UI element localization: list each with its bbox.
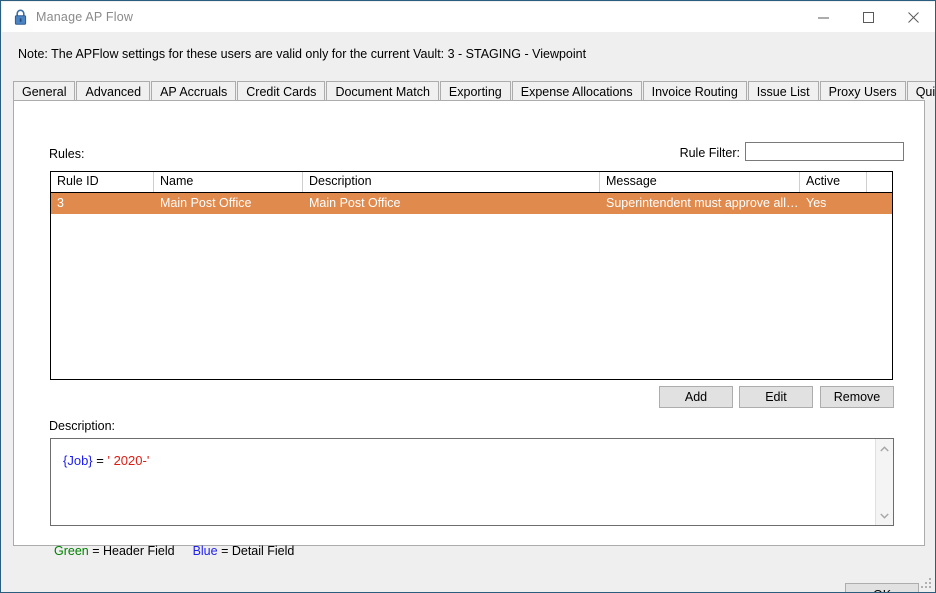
tab-ap-accruals[interactable]: AP Accruals	[151, 81, 237, 101]
cell-message: Superintendent must approve all invoic..…	[606, 196, 800, 210]
cell-description: Main Post Office	[309, 196, 401, 210]
legend-green-word: Green	[54, 544, 89, 558]
rule-filter-label: Rule Filter:	[679, 146, 740, 160]
tab-expense-allocations[interactable]: Expense Allocations	[511, 81, 642, 101]
close-button[interactable]	[891, 2, 935, 32]
description-expression[interactable]: {Job} = ' 2020-'	[51, 439, 875, 525]
client-area: Note: The APFlow settings for these user…	[2, 32, 935, 592]
tab-invoice-routing[interactable]: Invoice Routing	[642, 81, 747, 101]
lock-icon	[12, 8, 28, 26]
description-box[interactable]: {Job} = ' 2020-'	[50, 438, 894, 526]
resize-grip[interactable]	[920, 577, 933, 590]
window-controls	[801, 2, 935, 32]
minimize-button[interactable]	[801, 2, 846, 32]
column-header-rule-id[interactable]: Rule ID	[51, 172, 154, 192]
ok-button[interactable]: OK	[845, 583, 919, 592]
tab-general[interactable]: General	[13, 81, 76, 101]
expression-field: {Job}	[63, 453, 93, 468]
remove-button[interactable]: Remove	[820, 386, 894, 408]
rules-grid[interactable]: Rule ID Name Description Message Active …	[50, 171, 893, 380]
column-header-active[interactable]: Active	[800, 172, 867, 192]
cell-active: Yes	[806, 196, 827, 210]
rule-filter-input[interactable]	[745, 142, 904, 161]
cell-name: Main Post Office	[160, 196, 252, 210]
description-label: Description:	[49, 419, 115, 433]
manage-ap-flow-window: Manage AP Flow Note: The APFlow settings…	[0, 0, 936, 593]
tab-issue-list[interactable]: Issue List	[747, 81, 819, 101]
table-row[interactable]: 3 Main Post Office Main Post Office Supe…	[51, 193, 892, 214]
validation-tab-panel: Rules: Rule Filter: Rule ID Name Descrip…	[13, 100, 925, 558]
tab-credit-cards[interactable]: Credit Cards	[237, 81, 326, 101]
title-bar: Manage AP Flow	[2, 2, 935, 32]
column-header-name[interactable]: Name	[154, 172, 303, 192]
cell-rule-id: 3	[57, 196, 64, 210]
legend-blue-text: = Detail Field	[217, 544, 295, 558]
maximize-button[interactable]	[846, 2, 891, 32]
grid-header-row: Rule ID Name Description Message Active	[51, 172, 892, 193]
tab-strip: General Advanced AP Accruals Credit Card…	[13, 79, 935, 101]
column-header-description[interactable]: Description	[303, 172, 600, 192]
tab-document-match[interactable]: Document Match	[326, 81, 439, 101]
color-legend: Green = Header Field Blue = Detail Field	[54, 544, 294, 558]
legend-blue-word: Blue	[192, 544, 218, 558]
expression-operator: =	[92, 453, 108, 468]
chevron-up-icon[interactable]	[876, 440, 893, 457]
edit-button[interactable]: Edit	[739, 386, 813, 408]
expression-value: ' 2020-'	[107, 453, 150, 468]
chevron-down-icon[interactable]	[876, 507, 893, 524]
add-button[interactable]: Add	[659, 386, 733, 408]
column-header-blank[interactable]	[867, 172, 892, 192]
description-scrollbar[interactable]	[875, 439, 893, 525]
column-header-message[interactable]: Message	[600, 172, 800, 192]
tab-exporting[interactable]: Exporting	[439, 81, 511, 101]
note-text: Note: The APFlow settings for these user…	[18, 47, 587, 61]
window-title: Manage AP Flow	[36, 10, 134, 24]
rules-label: Rules:	[49, 147, 85, 161]
legend-green-text: = Header Field	[88, 544, 175, 558]
tab-advanced[interactable]: Advanced	[76, 81, 151, 101]
tab-proxy-users[interactable]: Proxy Users	[819, 81, 906, 101]
tab-quick-notes[interactable]: Quick Notes	[906, 81, 935, 101]
cell-blank	[867, 193, 892, 214]
